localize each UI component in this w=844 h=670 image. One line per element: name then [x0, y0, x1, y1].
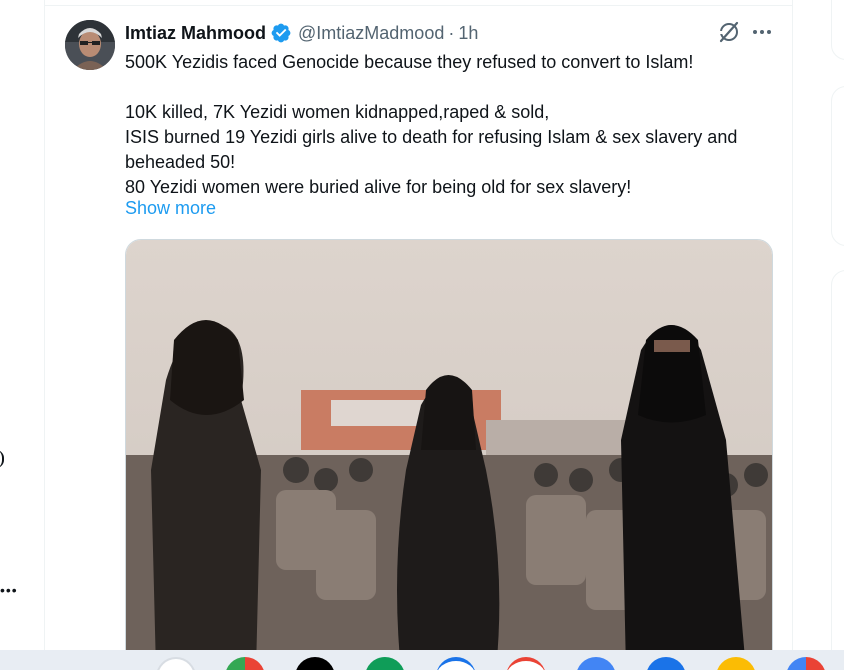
keep-icon[interactable]	[716, 657, 756, 670]
right-card[interactable]	[831, 86, 844, 246]
tweet-line: 80 Yezidi women were buried alive for be…	[125, 177, 632, 197]
tweet-text: 500K Yezidis faced Genocide because they…	[125, 50, 775, 200]
chrome-icon[interactable]	[225, 657, 265, 670]
left-nav-fragment[interactable]	[0, 450, 4, 468]
author-handle[interactable]: @ImtiazMadmood	[298, 23, 444, 44]
threads-icon[interactable]	[295, 657, 335, 670]
tweet-line: 500K Yezidis faced Genocide because they…	[125, 52, 694, 72]
left-more-button[interactable]: •••	[0, 582, 18, 598]
show-more-link[interactable]: Show more	[125, 198, 216, 219]
avatar-image	[65, 20, 115, 70]
tweet-line: 10K killed, 7K Yezidi women kidnapped,ra…	[125, 102, 550, 122]
gmail-icon[interactable]	[506, 657, 546, 670]
avatar[interactable]	[65, 20, 115, 70]
tweet-line-break	[125, 75, 775, 100]
author-name[interactable]: Imtiaz Mahmood	[125, 23, 266, 44]
tweet-line: ISIS burned 19 Yezidi girls alive to dea…	[125, 127, 738, 147]
grok-icon[interactable]	[717, 20, 741, 44]
right-column	[831, 0, 844, 670]
photos-icon[interactable]	[786, 657, 826, 670]
top-divider	[45, 5, 793, 6]
left-column: •••	[0, 0, 44, 650]
right-card[interactable]	[831, 270, 844, 670]
files-icon[interactable]	[646, 657, 686, 670]
tweet-photo	[126, 240, 772, 668]
header-separator: ·	[448, 22, 455, 43]
messages-icon[interactable]	[576, 657, 616, 670]
meet-icon[interactable]	[365, 657, 405, 670]
right-card[interactable]	[831, 0, 844, 60]
tweet-line: beheaded 50!	[125, 152, 236, 172]
taskbar	[0, 650, 844, 670]
tweet-header: Imtiaz Mahmood @ImtiazMadmood · 1h	[125, 20, 478, 46]
tweet-timestamp[interactable]: 1h	[458, 23, 478, 44]
timeline: Imtiaz Mahmood @ImtiazMadmood · 1h 500K …	[44, 0, 793, 669]
tweet[interactable]: Imtiaz Mahmood @ImtiazMadmood · 1h 500K …	[45, 0, 793, 669]
tweet-media[interactable]	[125, 239, 773, 669]
verified-badge-icon	[271, 23, 291, 43]
launcher-icon[interactable]	[156, 657, 196, 670]
docs-icon[interactable]	[436, 657, 476, 670]
more-icon[interactable]	[750, 20, 774, 44]
